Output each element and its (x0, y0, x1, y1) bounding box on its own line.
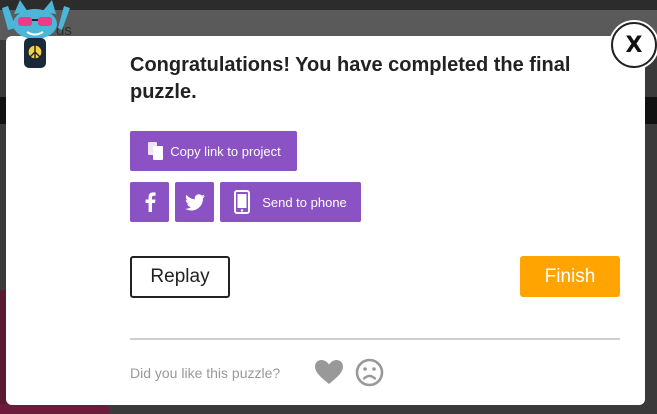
divider (130, 338, 620, 340)
facebook-share-button[interactable] (130, 182, 169, 222)
sad-face-icon[interactable] (355, 358, 384, 387)
copy-link-button[interactable]: Copy link to project (130, 131, 297, 171)
facebook-icon (145, 192, 156, 212)
clipboard-icon (148, 142, 164, 160)
finish-button[interactable]: Finish (520, 256, 620, 297)
send-to-phone-label: Send to phone (262, 194, 347, 210)
copy-link-label: Copy link to project (170, 143, 281, 159)
send-to-phone-button[interactable]: Send to phone (220, 182, 361, 222)
mascot-cat (2, 0, 70, 68)
heart-icon[interactable] (314, 359, 344, 385)
close-icon: X (625, 32, 643, 58)
twitter-share-button[interactable] (175, 182, 214, 222)
replay-button[interactable]: Replay (130, 256, 230, 298)
feedback-prompt: Did you like this puzzle? (130, 365, 281, 381)
background-top-bar (0, 0, 657, 10)
phone-icon (234, 190, 251, 214)
twitter-icon (184, 193, 205, 210)
background-bottom-block (0, 404, 110, 414)
page-title: Congratulations! You have completed the … (130, 54, 571, 103)
close-button[interactable]: X (611, 22, 657, 68)
